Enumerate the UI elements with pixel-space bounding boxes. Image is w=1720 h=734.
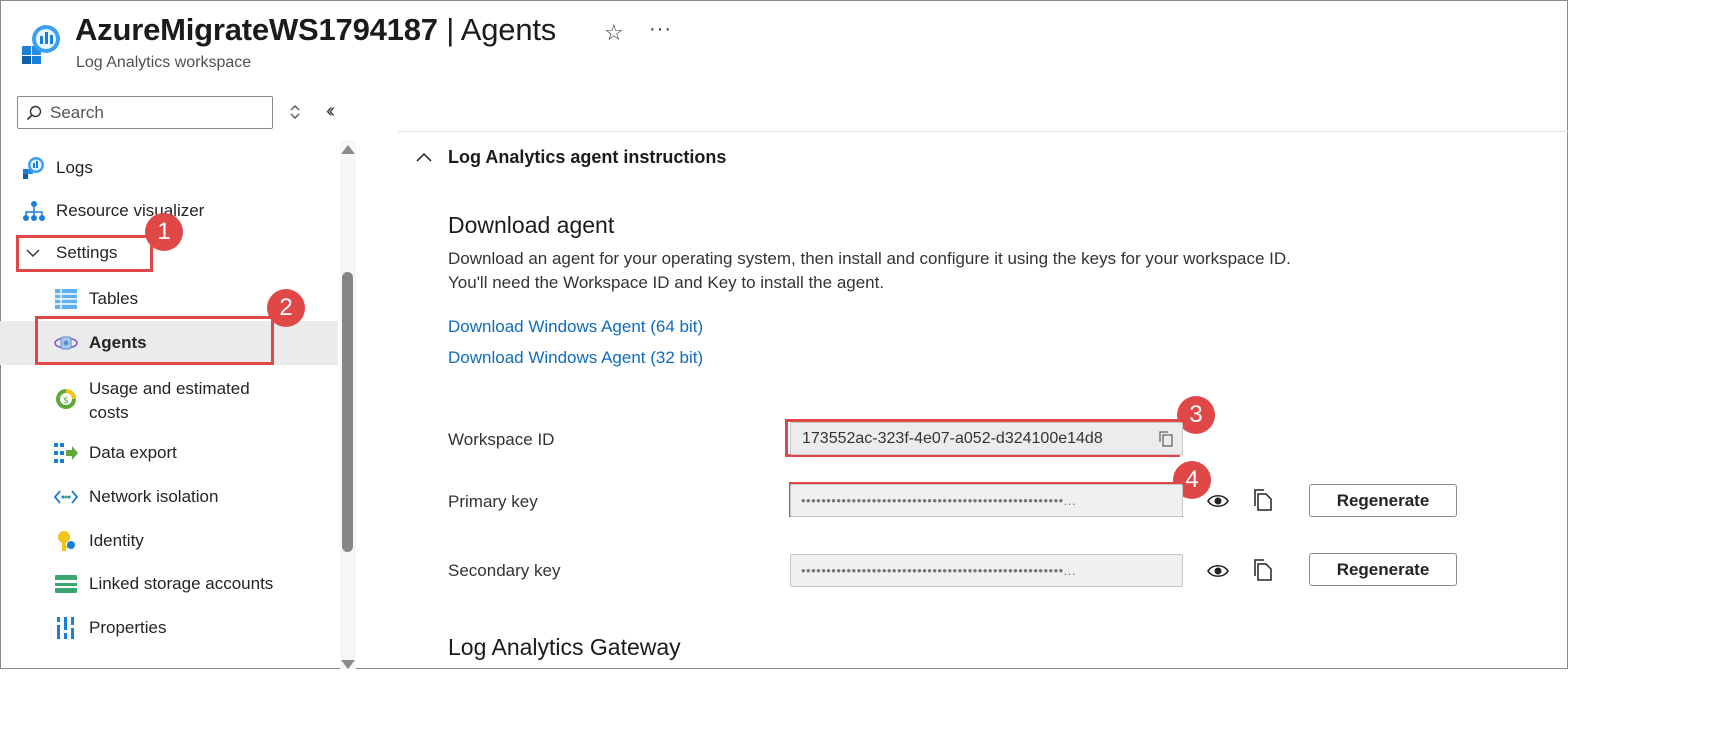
sidebar-item-data-export[interactable]: Data export: [0, 431, 338, 475]
sidebar-item-usage-costs[interactable]: $ Usage and estimated costs: [0, 375, 338, 425]
network-isolation-icon: [54, 485, 78, 509]
tables-icon: [54, 287, 78, 311]
workspace-id-value: 173552ac-323f-4e07-a052-d324100e14d8: [802, 429, 1103, 447]
primary-key-label: Primary key: [448, 492, 538, 511]
workspace-id-field[interactable]: 173552ac-323f-4e07-a052-d324100e14d8: [790, 422, 1183, 455]
secondary-key-label: Secondary key: [448, 561, 561, 580]
callout-box-agents: [35, 316, 274, 365]
callout-badge-1: 1: [145, 213, 183, 251]
sidebar-scroll-thumb[interactable]: [342, 272, 353, 552]
download-windows-agent-32-link[interactable]: Download Windows Agent (32 bit): [448, 348, 703, 368]
search-icon: [26, 105, 42, 120]
primary-key-field[interactable]: ••••••••••••••••••••••••••••••••••••••••…: [790, 484, 1183, 517]
copy-secondary-key-icon[interactable]: [1252, 559, 1274, 581]
identity-icon: [54, 529, 78, 553]
page-title: AzureMigrateWS1794187 | Agents: [75, 12, 557, 47]
sidebar-item-network-isolation[interactable]: Network isolation: [0, 475, 338, 519]
callout-box-settings: [16, 235, 153, 272]
sidebar-item-label: Resource visualizer: [56, 201, 205, 220]
sidebar-item-properties[interactable]: Properties: [0, 606, 338, 650]
scroll-down-arrow-icon[interactable]: [341, 660, 355, 669]
sidebar-item-logs[interactable]: Logs: [0, 146, 338, 190]
description-line-1: Download an agent for your operating sys…: [448, 249, 1291, 268]
page-subtitle: Log Analytics workspace: [76, 54, 252, 71]
content-divider: [398, 131, 1568, 132]
log-analytics-icon: [22, 25, 60, 64]
copy-icon[interactable]: [1159, 431, 1173, 447]
secondary-key-value: ••••••••••••••••••••••••••••••••••••••••…: [801, 563, 1077, 578]
sidebar-item-label: Data export: [89, 443, 177, 462]
expand-collapse-icon[interactable]: [286, 101, 304, 123]
properties-icon: [54, 616, 78, 640]
star-icon[interactable]: ☆: [604, 20, 624, 46]
sidebar-item-label: Network isolation: [89, 487, 219, 506]
description-line-2: You'll need the Workspace ID and Key to …: [448, 273, 885, 292]
log-analytics-gateway-heading: Log Analytics Gateway: [448, 634, 681, 660]
sidebar-item-linked-storage[interactable]: Linked storage accounts: [0, 562, 338, 606]
search-placeholder: Search: [50, 102, 104, 122]
linked-storage-icon: [54, 572, 78, 596]
show-primary-key-eye-icon[interactable]: [1207, 490, 1229, 512]
regenerate-secondary-key-button[interactable]: Regenerate: [1309, 553, 1457, 586]
workspace-id-label: Workspace ID: [448, 430, 555, 449]
download-windows-agent-64-link[interactable]: Download Windows Agent (64 bit): [448, 317, 703, 337]
sidebar-item-label: Properties: [89, 618, 167, 637]
resource-visualizer-icon: [22, 199, 46, 223]
svg-text:$: $: [63, 396, 69, 406]
download-agent-heading: Download agent: [448, 212, 615, 238]
sidebar-item-label: Tables: [89, 289, 139, 308]
section-title: Log Analytics agent instructions: [448, 147, 727, 167]
data-export-icon: [54, 441, 78, 465]
sidebar-item-label: Identity: [89, 531, 144, 550]
sidebar-item-label: Logs: [56, 158, 93, 177]
chevron-up-icon[interactable]: [415, 150, 433, 164]
search-input[interactable]: Search: [17, 96, 273, 129]
sidebar-item-identity[interactable]: Identity: [0, 519, 338, 563]
scroll-up-arrow-icon[interactable]: [341, 145, 355, 154]
show-secondary-key-eye-icon[interactable]: [1207, 560, 1229, 582]
usage-costs-icon: $: [54, 387, 78, 411]
callout-badge-2: 2: [267, 289, 305, 327]
copy-primary-key-icon[interactable]: [1252, 489, 1274, 511]
regenerate-primary-key-button[interactable]: Regenerate: [1309, 484, 1457, 517]
logs-icon: [22, 156, 46, 180]
secondary-key-field[interactable]: ••••••••••••••••••••••••••••••••••••••••…: [790, 554, 1183, 587]
sidebar-item-label: Linked storage accounts: [89, 574, 274, 593]
collapse-sidebar-icon[interactable]: ‹‹: [326, 100, 336, 123]
sidebar-item-label: Usage and estimated costs: [89, 379, 250, 422]
ellipsis-icon[interactable]: ···: [649, 18, 672, 41]
primary-key-value: ••••••••••••••••••••••••••••••••••••••••…: [801, 493, 1077, 508]
